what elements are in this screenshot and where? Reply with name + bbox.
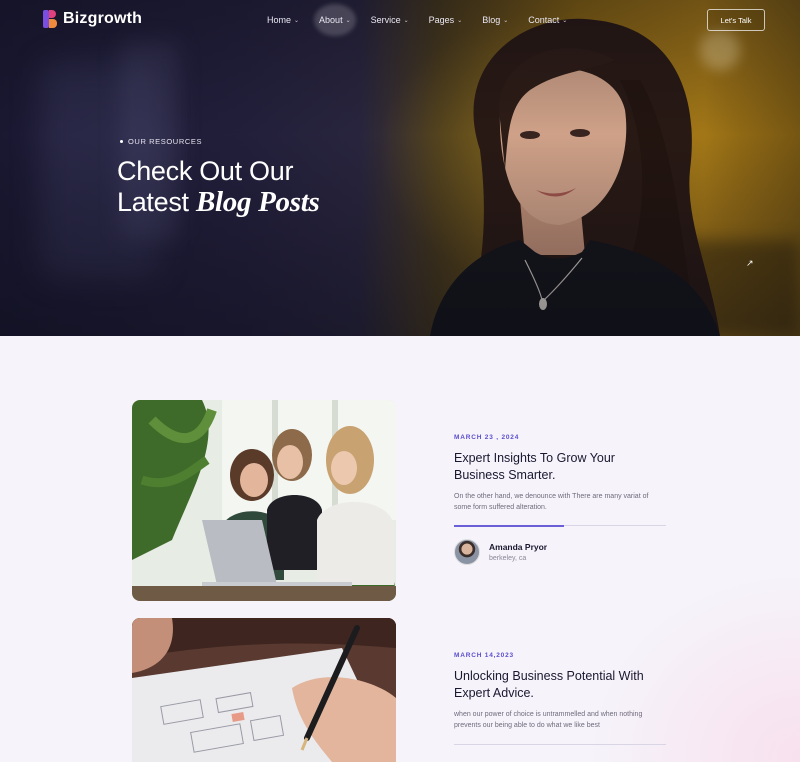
chevron-down-icon: ⌄ xyxy=(562,17,568,24)
brand-logo[interactable]: Bizgrowth xyxy=(43,10,142,28)
chevron-down-icon: ⌄ xyxy=(345,17,351,24)
bullet-dot-icon xyxy=(120,140,123,143)
nav-item-label: Home xyxy=(267,15,292,25)
nav-item-label: Blog xyxy=(482,15,501,25)
page-title: Check Out Our Latest Blog Posts xyxy=(117,156,320,218)
author-location: berkeley, ca xyxy=(489,555,527,562)
post-title-link[interactable]: Unlocking Business Potential With Expert… xyxy=(454,668,666,702)
nav-item-label: About xyxy=(319,15,343,25)
post-progress-fill xyxy=(454,524,565,527)
lets-talk-button[interactable]: Let's Talk xyxy=(707,9,765,31)
nav-item-about[interactable]: About ⌄ xyxy=(319,15,351,25)
nav-item-blog[interactable]: Blog ⌄ xyxy=(482,15,508,25)
blog-list-section xyxy=(0,336,800,762)
nav-item-home[interactable]: Home ⌄ xyxy=(267,15,299,25)
nav-item-contact[interactable]: Contact ⌄ xyxy=(528,15,567,25)
nav-item-pages[interactable]: Pages ⌄ xyxy=(429,15,463,25)
main-menu: Home ⌄ About ⌄ Service ⌄ Pages ⌄ Blog ⌄ … xyxy=(267,15,587,25)
arrow-up-right-icon: ↗ xyxy=(746,258,754,268)
author-name: Amanda Pryor xyxy=(489,542,548,552)
post-excerpt: when our power of choice is untrammelled… xyxy=(454,711,643,729)
avatar xyxy=(454,539,480,565)
office-meeting-photo xyxy=(132,400,396,601)
author-info: Amanda Pryor berkeley, ca xyxy=(489,542,547,562)
chevron-down-icon: ⌄ xyxy=(403,17,409,24)
brand-name: Bizgrowth xyxy=(63,10,143,27)
title-line-2: Latest Blog Posts xyxy=(117,186,320,218)
chevron-down-icon: ⌄ xyxy=(503,17,509,24)
post-divider xyxy=(454,744,666,745)
hero-section: Bizgrowth Home ⌄ About ⌄ Service ⌄ Pages… xyxy=(0,0,800,336)
title-accent: Blog Posts xyxy=(195,186,320,218)
post-progress-divider xyxy=(454,524,666,527)
nav-item-label: Pages xyxy=(428,15,455,25)
title-plain: Latest xyxy=(117,187,196,217)
hero-eyebrow: OUR RESOURCES xyxy=(120,137,202,146)
post-image[interactable] xyxy=(132,400,396,601)
nav-item-label: Service xyxy=(370,15,401,25)
top-navbar: Bizgrowth Home ⌄ About ⌄ Service ⌄ Pages… xyxy=(0,0,800,40)
post-author: Amanda Pryor berkeley, ca xyxy=(454,539,547,565)
post-image[interactable] xyxy=(132,618,396,762)
eyebrow-label: OUR RESOURCES xyxy=(128,137,203,146)
post-date: MARCH 23 , 2024 xyxy=(454,434,520,441)
post-date: MARCH 14,2023 xyxy=(454,652,514,659)
title-line-1: Check Out Our xyxy=(117,156,294,186)
post-card-1: MARCH 23 , 2024 Expert Insights To Grow … xyxy=(454,434,666,513)
chevron-down-icon: ⌄ xyxy=(457,17,463,24)
post-excerpt: On the other hand, we denounce with Ther… xyxy=(454,493,649,511)
nav-item-service[interactable]: Service ⌄ xyxy=(371,15,409,25)
chevron-down-icon: ⌄ xyxy=(294,17,300,24)
nav-item-label: Contact xyxy=(528,15,560,25)
sketching-wireframe-photo xyxy=(132,618,396,762)
post-title-link[interactable]: Expert Insights To Grow Your Business Sm… xyxy=(454,450,666,484)
logo-mark-icon xyxy=(43,10,57,28)
post-card-2: MARCH 14,2023 Unlocking Business Potenti… xyxy=(454,652,666,731)
